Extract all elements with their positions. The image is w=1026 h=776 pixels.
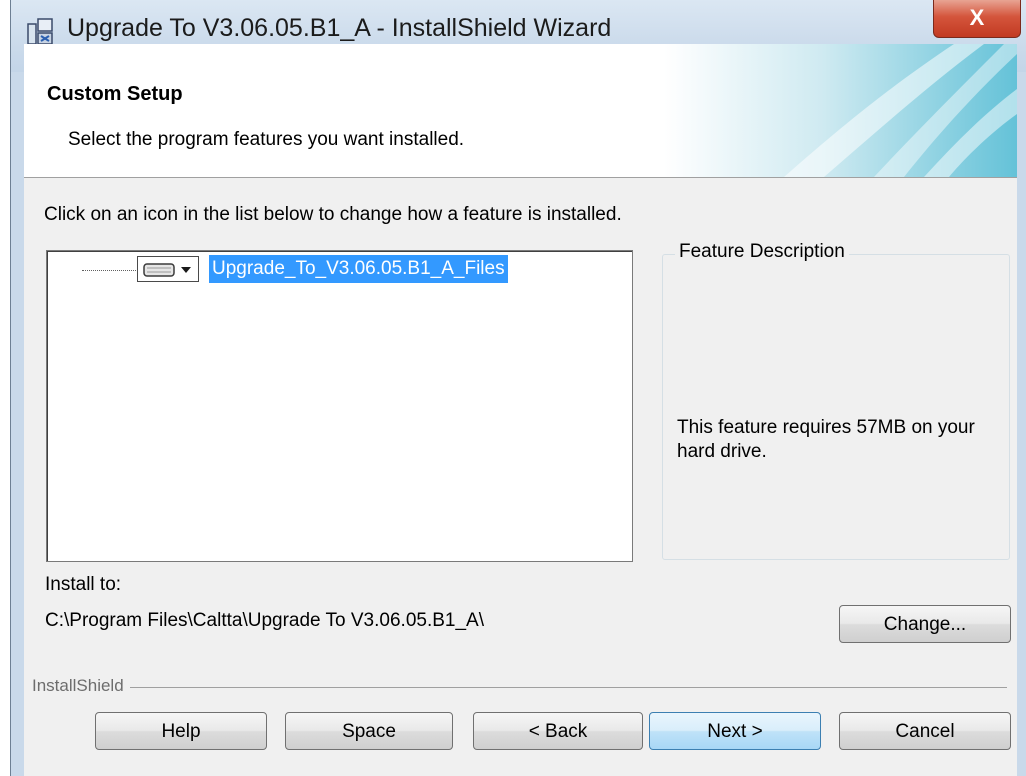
feature-description-legend: Feature Description [675, 241, 849, 263]
feature-description-text: This feature requires 57MB on your hard … [677, 417, 975, 462]
change-button[interactable]: Change... [839, 605, 1011, 643]
back-button[interactable]: < Back [473, 712, 643, 750]
install-path: C:\Program Files\Caltta\Upgrade To V3.06… [45, 610, 484, 631]
tree-connector-line [82, 270, 138, 271]
next-button[interactable]: Next > [649, 712, 821, 750]
installer-window: Upgrade To V3.06.05.B1_A - InstallShield… [10, 0, 1026, 776]
wizard-header: Custom Setup Select the program features… [24, 44, 1017, 178]
close-icon: X [969, 5, 985, 30]
dropdown-arrow-icon [181, 267, 191, 273]
space-button[interactable]: Space [285, 712, 453, 750]
installshield-branding: InstallShield [24, 676, 1017, 700]
feature-description-panel [662, 254, 1010, 560]
feature-tree-item[interactable]: Upgrade_To_V3.06.05.B1_A_Files [209, 255, 508, 283]
page-title: Custom Setup [47, 83, 183, 105]
cancel-button[interactable]: Cancel [839, 712, 1011, 750]
help-button[interactable]: Help [95, 712, 267, 750]
branding-label: InstallShield [32, 676, 130, 696]
wizard-client-area: Custom Setup Select the program features… [24, 44, 1017, 776]
install-to-label: Install to: [45, 574, 122, 595]
close-button[interactable]: X [933, 0, 1021, 38]
hard-drive-icon [143, 263, 191, 277]
feature-install-state-button[interactable] [137, 256, 199, 282]
page-subtitle: Select the program features you want ins… [68, 129, 465, 150]
branding-divider [32, 687, 1007, 688]
header-banner-graphic [664, 44, 1017, 177]
window-title: Upgrade To V3.06.05.B1_A - InstallShield… [67, 14, 612, 42]
instruction-text: Click on an icon in the list below to ch… [44, 204, 622, 225]
feature-tree[interactable] [46, 250, 633, 562]
